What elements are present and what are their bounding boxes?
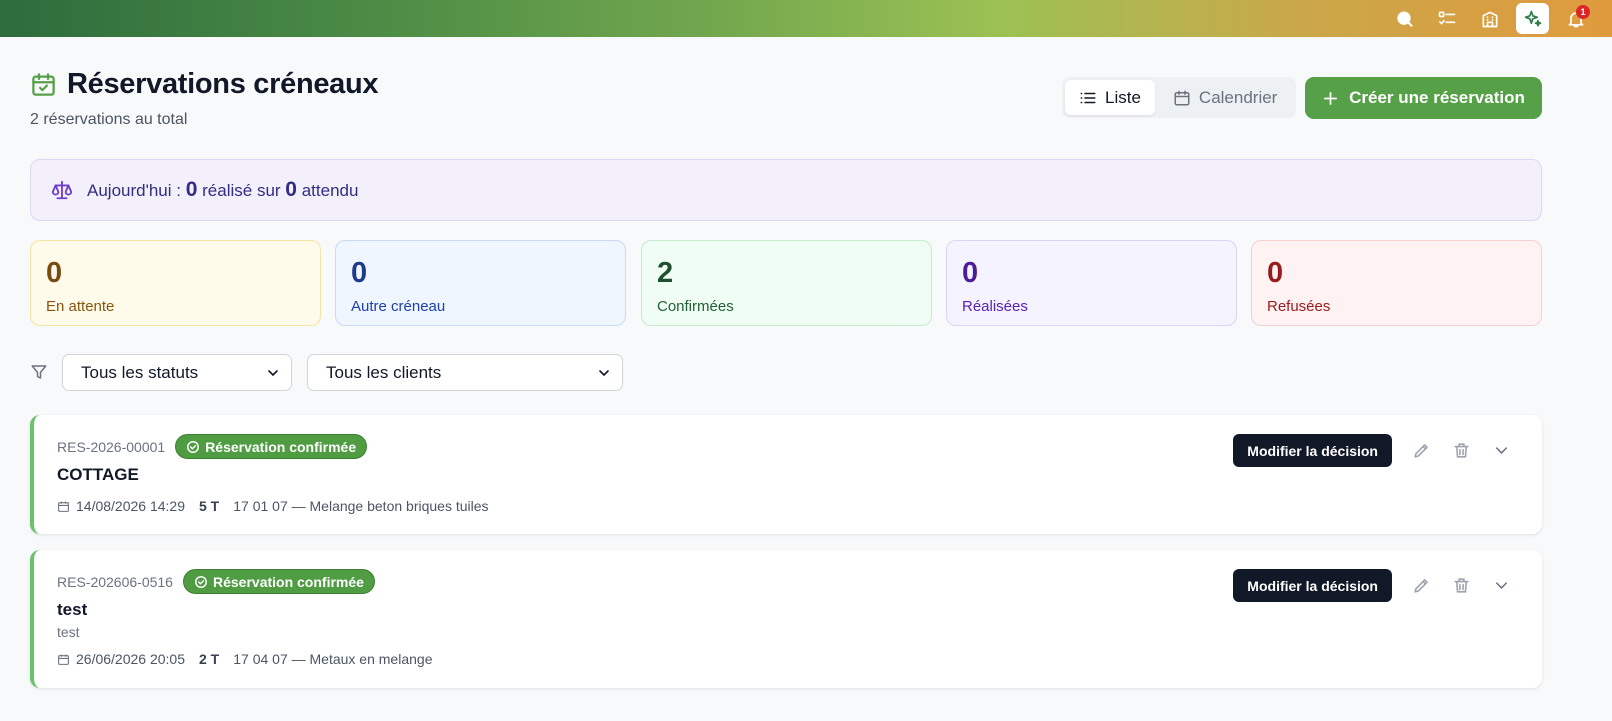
reservation-ref: RES-202606-0516 [57, 573, 173, 590]
today-banner: Aujourd'hui : 0 réalisé sur 0 attendu [30, 159, 1542, 221]
view-toggle: Liste Calendrier [1062, 77, 1296, 118]
title-row: Réservations créneaux [30, 68, 379, 101]
stat-value: 0 [351, 257, 368, 289]
reservation-client: COTTAGE [57, 465, 139, 484]
list-view-label: Liste [1105, 87, 1141, 107]
reservation-quantity: 2 T [199, 651, 220, 667]
stat-confirmed[interactable]: 2 Confirmées [641, 240, 932, 326]
notification-badge: 1 [1576, 5, 1590, 19]
stat-label: Refusées [1267, 298, 1331, 315]
client-filter-select[interactable]: Tous les clients [307, 354, 623, 391]
today-middle: réalisé sur [202, 181, 281, 200]
page-header: Réservations créneaux 2 réservations au … [30, 68, 379, 129]
create-reservation-button[interactable]: Créer une réservation [1305, 77, 1542, 119]
stat-value: 0 [1267, 257, 1284, 289]
reservation-date-value: 26/06/2026 20:05 [76, 651, 185, 667]
calendar-view-label: Calendrier [1198, 87, 1278, 107]
stat-value: 2 [657, 257, 674, 289]
check-circle-icon [195, 575, 207, 588]
trash-icon[interactable] [1450, 440, 1472, 462]
scale-icon [51, 180, 73, 200]
calendar-icon [58, 654, 69, 665]
page-title: Réservations créneaux [67, 68, 379, 100]
status-badge: Réservation confirmée [175, 434, 368, 459]
reservation-ref: RES-2026-00001 [57, 438, 166, 455]
reservation-date-value: 14/08/2026 14:29 [76, 498, 185, 514]
reservation-waste: 17 04 07 — Metaux en melange [233, 651, 433, 667]
today-suffix: attendu [301, 181, 359, 200]
reservation-quantity: 5 T [199, 498, 220, 514]
reservation-client: test [57, 600, 88, 619]
modify-decision-button[interactable]: Modifier la décision [1233, 434, 1392, 467]
sparkles-icon[interactable] [1516, 3, 1549, 34]
reservation-description: test [57, 624, 80, 640]
today-prefix: Aujourd'hui : [87, 181, 181, 200]
reservation-date: 26/06/2026 20:05 [57, 651, 185, 667]
stat-label: Autre créneau [351, 298, 446, 315]
reservation-header: RES-202606-0516 Réservation confirmée [57, 569, 375, 594]
calendar-check-icon [32, 73, 55, 96]
check-circle-icon [187, 440, 200, 453]
stat-label: Réalisées [962, 298, 1028, 315]
stat-label: En attente [46, 298, 115, 315]
top-bar: 1 [0, 0, 1612, 37]
page-subtitle: 2 réservations au total [30, 111, 188, 128]
reservation-meta: 14/08/2026 14:29 5 T 17 01 07 — Melange … [57, 498, 489, 514]
today-summary: Aujourd'hui : 0 réalisé sur 0 attendu [87, 178, 358, 202]
search-icon[interactable] [1387, 3, 1420, 34]
modify-decision-button[interactable]: Modifier la décision [1233, 569, 1392, 602]
reservation-header: RES-2026-00001 Réservation confirmée [57, 434, 368, 459]
topbar-icons: 1 [1387, 3, 1592, 34]
status-badge-label: Réservation confirmée [212, 573, 364, 590]
filter-icon [31, 365, 47, 379]
calendar-icon [1174, 90, 1190, 105]
plus-icon [1324, 91, 1338, 105]
status-badge-label: Réservation confirmée [205, 438, 357, 455]
stat-done[interactable]: 0 Réalisées [946, 240, 1237, 326]
chevron-down-icon[interactable] [1490, 440, 1512, 462]
status-filter-value: Tous les statuts [81, 362, 199, 382]
reservation-meta: 26/06/2026 20:05 2 T 17 04 07 — Metaux e… [57, 651, 432, 667]
reservation-card[interactable]: RES-2026-00001 Réservation confirmée COT… [30, 415, 1542, 534]
reservation-date: 14/08/2026 14:29 [57, 498, 185, 514]
trash-icon[interactable] [1450, 575, 1472, 597]
client-filter-value: Tous les clients [326, 362, 442, 382]
stat-label: Confirmées [657, 298, 734, 315]
building-icon[interactable] [1473, 3, 1506, 34]
bell-icon[interactable]: 1 [1559, 3, 1592, 34]
list-view-button[interactable]: Liste [1065, 80, 1155, 115]
chevron-down-icon [268, 369, 278, 376]
today-done-count: 0 [185, 178, 198, 201]
reservation-card[interactable]: RES-202606-0516 Réservation confirmée te… [30, 550, 1542, 688]
stat-refused[interactable]: 0 Refusées [1251, 240, 1542, 326]
edit-icon[interactable] [1410, 575, 1432, 597]
calendar-view-button[interactable]: Calendrier [1159, 80, 1291, 115]
list-icon [1080, 92, 1096, 103]
status-filter-select[interactable]: Tous les statuts [62, 354, 292, 391]
chevron-down-icon[interactable] [1490, 575, 1512, 597]
create-reservation-label: Créer une réservation [1349, 88, 1525, 107]
checklist-icon[interactable] [1430, 3, 1463, 34]
reservation-waste: 17 01 07 — Melange beton briques tuiles [233, 498, 489, 514]
calendar-icon [58, 501, 69, 512]
reservation-actions: Modifier la décision [1233, 569, 1512, 602]
stat-value: 0 [46, 257, 63, 289]
status-badge: Réservation confirmée [182, 569, 375, 594]
today-expected-count: 0 [285, 178, 297, 201]
reservation-actions: Modifier la décision [1233, 434, 1512, 467]
stat-value: 0 [962, 257, 979, 289]
stat-other-slot[interactable]: 0 Autre créneau [335, 240, 626, 326]
edit-icon[interactable] [1410, 440, 1432, 462]
stat-pending[interactable]: 0 En attente [30, 240, 321, 326]
chevron-down-icon [599, 369, 609, 376]
